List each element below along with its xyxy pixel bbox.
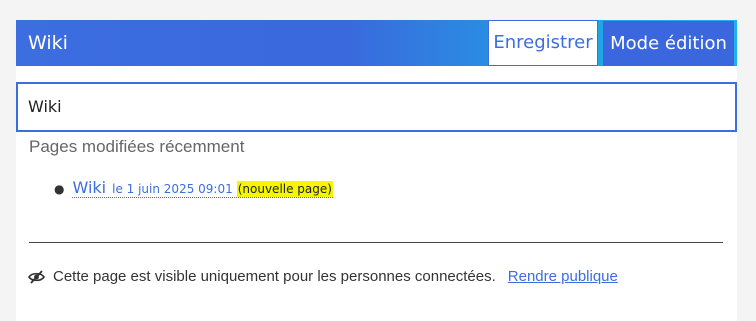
- save-button[interactable]: Enregistrer: [488, 20, 598, 66]
- visibility-notice: Cette page est visible uniquement pour l…: [28, 268, 618, 285]
- header-title: Wiki: [28, 32, 68, 54]
- bullet-icon: ●: [54, 182, 65, 196]
- edit-mode-button[interactable]: Mode édition: [603, 21, 734, 66]
- list-item: ● Wiki le 1 juin 2025 09:01 (nouvelle pa…: [54, 178, 333, 202]
- divider: [29, 242, 723, 243]
- page-link[interactable]: Wiki: [72, 178, 106, 197]
- new-page-badge: (nouvelle page): [236, 181, 333, 197]
- recent-change-entry: Wiki le 1 juin 2025 09:01 (nouvelle page…: [72, 178, 333, 198]
- visibility-message: Cette page est visible uniquement pour l…: [53, 268, 496, 285]
- page-title-input[interactable]: [16, 82, 737, 132]
- make-public-link[interactable]: Rendre publique: [508, 268, 618, 285]
- recent-changes-list: ● Wiki le 1 juin 2025 09:01 (nouvelle pa…: [54, 178, 333, 202]
- recent-changes-heading: Pages modifiées récemment: [29, 137, 245, 156]
- change-date: le 1 juin 2025 09:01: [112, 182, 233, 196]
- eye-slash-icon: [28, 269, 45, 284]
